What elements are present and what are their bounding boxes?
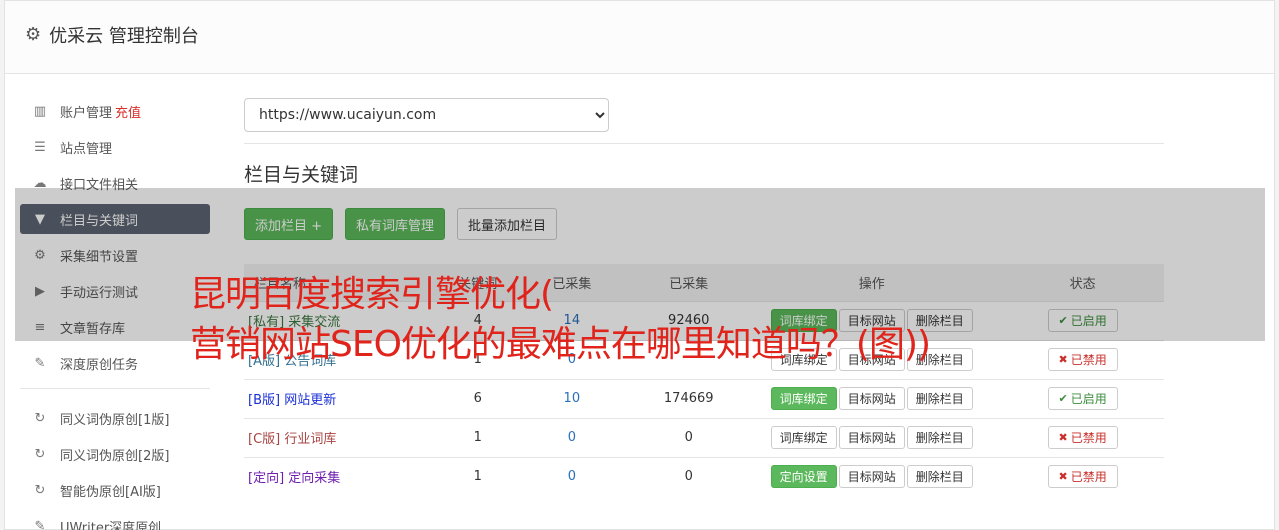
delete-column-button[interactable]: 删除栏目 bbox=[906, 387, 973, 410]
headline-line-1: 昆明百度搜索引擎优化( bbox=[190, 274, 554, 315]
cell-keywords: 1 bbox=[447, 417, 509, 457]
cell-actions: 词库绑定 目标网站 删除栏目 bbox=[742, 417, 1002, 457]
sidebar-item-ai-rewrite[interactable]: ↻ 智能伪原创[AI版] bbox=[20, 475, 210, 505]
target-site-button[interactable]: 目标网站 bbox=[838, 426, 905, 449]
column-tag[interactable]: [C版] bbox=[248, 432, 280, 447]
status-toggle[interactable]: ✖ 已禁用 bbox=[1047, 465, 1118, 489]
refresh-icon: ↻ bbox=[34, 482, 46, 498]
table-row: [定向] 定向采集 1 0 0 定向设置 目标网站 删除栏目 ✖ 已禁用 bbox=[244, 456, 1164, 496]
article-headline: 昆明百度搜索引擎优化( 营销网站SEO优化的最难点在哪里知道吗？(图)) bbox=[190, 270, 1190, 370]
recharge-link[interactable]: 充值 bbox=[115, 102, 141, 121]
sidebar-item-uwriter[interactable]: ✎ UWriter深度原创 bbox=[20, 511, 210, 530]
sidebar-item-synonym-v1[interactable]: ↻ 同义词伪原创[1版] bbox=[20, 403, 210, 433]
cell-name: [C版] 行业词库 bbox=[244, 417, 448, 457]
sidebar-item-sites[interactable]: ☰ 站点管理 bbox=[20, 132, 210, 162]
cell-status: ✖ 已禁用 bbox=[1001, 417, 1164, 457]
column-tag[interactable]: [B版] bbox=[248, 393, 280, 408]
section-title: 栏目与关键词 bbox=[244, 164, 359, 186]
sidebar-item-label: 站点管理 bbox=[60, 141, 113, 157]
column-tag[interactable]: [定向] bbox=[248, 471, 284, 486]
status-toggle[interactable]: ✖ 已禁用 bbox=[1047, 426, 1118, 449]
cross-icon: ✖ bbox=[1058, 432, 1068, 444]
server-icon: ☰ bbox=[34, 139, 46, 155]
sidebar-item-label: 同义词伪原创[2版] bbox=[60, 448, 170, 464]
bind-lib-button[interactable]: 词库绑定 bbox=[770, 426, 837, 449]
cell-name: [定向] 定向采集 bbox=[244, 456, 448, 496]
cross-icon: ✖ bbox=[1058, 471, 1068, 484]
cell-keywords: 6 bbox=[447, 378, 509, 418]
status-label: 已禁用 bbox=[1070, 431, 1107, 445]
delete-column-button[interactable]: 删除栏目 bbox=[906, 426, 973, 449]
sidebar-item-label: UWriter深度原创 bbox=[60, 520, 162, 530]
table-row: [C版] 行业词库 1 0 0 词库绑定 目标网站 删除栏目 ✖ 已禁用 bbox=[244, 417, 1164, 457]
cell-collected-a[interactable]: 10 bbox=[508, 378, 636, 418]
status-label: 已禁用 bbox=[1070, 470, 1107, 485]
target-site-button[interactable]: 目标网站 bbox=[838, 387, 905, 410]
cell-status: ✔ 已启用 bbox=[1001, 378, 1164, 418]
sidebar-item-label: 同义词伪原创[1版] bbox=[60, 412, 170, 428]
check-icon: ✔ bbox=[1058, 393, 1068, 405]
refresh-icon: ↻ bbox=[34, 446, 46, 462]
top-bar: ⚙ 优采云 管理控制台 bbox=[5, 1, 1274, 74]
table-row: [B版] 网站更新 6 10 174669 词库绑定 目标网站 删除栏目 ✔ 已启用 bbox=[244, 378, 1164, 418]
delete-column-button[interactable]: 删除栏目 bbox=[906, 465, 973, 489]
cell-name: [B版] 网站更新 bbox=[244, 378, 448, 418]
cell-actions: 词库绑定 目标网站 删除栏目 bbox=[742, 378, 1002, 418]
status-toggle[interactable]: ✔ 已启用 bbox=[1047, 387, 1118, 410]
cell-collected-a[interactable]: 0 bbox=[508, 456, 636, 496]
column-name[interactable]: 行业词库 bbox=[284, 432, 336, 447]
column-name[interactable]: 定向采集 bbox=[288, 471, 340, 486]
sidebar-item-label: 深度原创任务 bbox=[60, 357, 139, 373]
refresh-icon: ↻ bbox=[34, 410, 46, 426]
cell-status: ✖ 已禁用 bbox=[1001, 456, 1164, 496]
sidebar-item-account[interactable]: ▥ 账户管理 充值 bbox=[20, 96, 210, 126]
edit-icon: ✎ bbox=[34, 518, 46, 530]
sidebar-item-label: 智能伪原创[AI版] bbox=[60, 484, 161, 500]
sidebar-divider bbox=[20, 388, 210, 389]
app-title: 优采云 管理控制台 bbox=[49, 26, 199, 47]
cell-collected-a[interactable]: 0 bbox=[508, 417, 636, 457]
cell-actions: 定向设置 目标网站 删除栏目 bbox=[742, 456, 1002, 496]
cell-collected: 0 bbox=[635, 417, 743, 457]
sidebar-item-deep-original[interactable]: ✎ 深度原创任务 bbox=[20, 348, 210, 378]
edit-icon: ✎ bbox=[34, 355, 46, 371]
bar-chart-icon: ▥ bbox=[33, 103, 47, 119]
bind-lib-button[interactable]: 词库绑定 bbox=[770, 387, 837, 410]
cell-collected: 174669 bbox=[635, 378, 743, 418]
main-divider bbox=[244, 143, 1164, 144]
cell-keywords: 1 bbox=[447, 456, 509, 496]
headline-line-2: 营销网站SEO优化的最难点在哪里知道吗？(图)) bbox=[190, 324, 931, 365]
target-site-button[interactable]: 目标网站 bbox=[838, 465, 905, 489]
site-select[interactable]: https://www.ucaiyun.com bbox=[244, 98, 609, 132]
sidebar-item-synonym-v2[interactable]: ↻ 同义词伪原创[2版] bbox=[20, 439, 210, 469]
status-label: 已启用 bbox=[1070, 392, 1107, 406]
column-name[interactable]: 网站更新 bbox=[284, 393, 336, 408]
bind-lib-button[interactable]: 定向设置 bbox=[770, 465, 837, 489]
cell-collected: 0 bbox=[635, 456, 743, 496]
sidebar-item-label: 账户管理 bbox=[60, 105, 113, 121]
gear-icon: ⚙ bbox=[25, 24, 42, 45]
